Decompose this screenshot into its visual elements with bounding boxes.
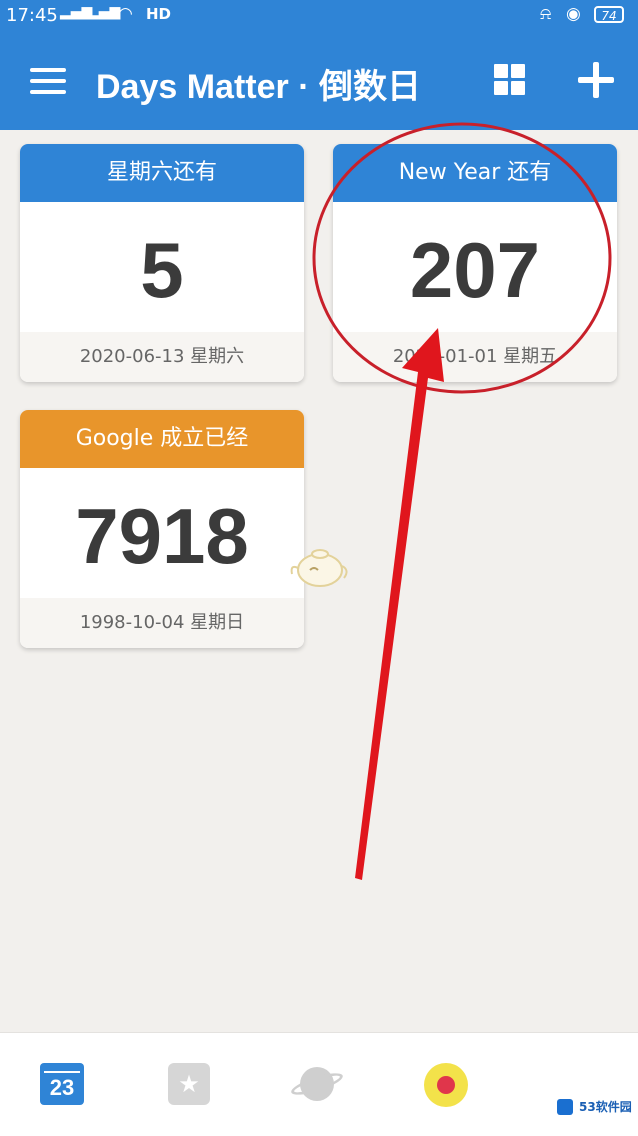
calendar-day: 23 [40,1063,84,1105]
status-time: 17:45 [6,5,58,26]
bottom-nav: 23 ★ [0,1032,638,1136]
wifi-icon: ◠ [118,4,133,24]
star-card-icon[interactable]: ★ [168,1061,214,1107]
card-day-count: 7918 [20,468,304,598]
card-header: Google 成立已经 [20,410,304,468]
card-target-date: 2021-01-01 星期五 [333,332,617,382]
battery-icon: 74 [594,6,624,23]
card-header: 星期六还有 [20,144,304,202]
pointer-arrow-icon [355,328,444,880]
dnd-icon: ◉ [566,4,581,24]
app-title: Days Matter · 倒数日 [96,68,421,106]
teapot-mascot-icon [290,549,348,587]
menu-icon[interactable] [30,68,66,94]
card-target-date: 1998-10-04 星期日 [20,598,304,648]
event-card[interactable]: Google 成立已经 7918 1998-10-04 星期日 [20,410,304,648]
grid-view-icon[interactable] [494,64,526,96]
status-bar: 17:45 ▂▄▆ ▂▄▆ ◠ HD ⍾ ◉ 74 [0,0,638,32]
signal-icon: ▂▄▆ [88,4,121,20]
app-bar: Days Matter · 倒数日 [0,32,638,130]
planet-icon[interactable] [289,1061,345,1107]
card-day-count: 5 [20,202,304,332]
add-icon[interactable] [578,62,614,98]
hd-badge: HD [146,5,172,23]
calendar-icon[interactable]: 23 [40,1061,86,1107]
event-card[interactable]: New Year 还有 207 2021-01-01 星期五 [333,144,617,382]
alarm-icon: ⍾ [540,4,552,24]
watermark-logo: 53软件园 [553,1096,636,1118]
card-target-date: 2020-06-13 星期六 [20,332,304,382]
tomato-icon[interactable] [424,1061,470,1107]
event-card[interactable]: 星期六还有 5 2020-06-13 星期六 [20,144,304,382]
card-header: New Year 还有 [333,144,617,202]
card-day-count: 207 [333,202,617,332]
